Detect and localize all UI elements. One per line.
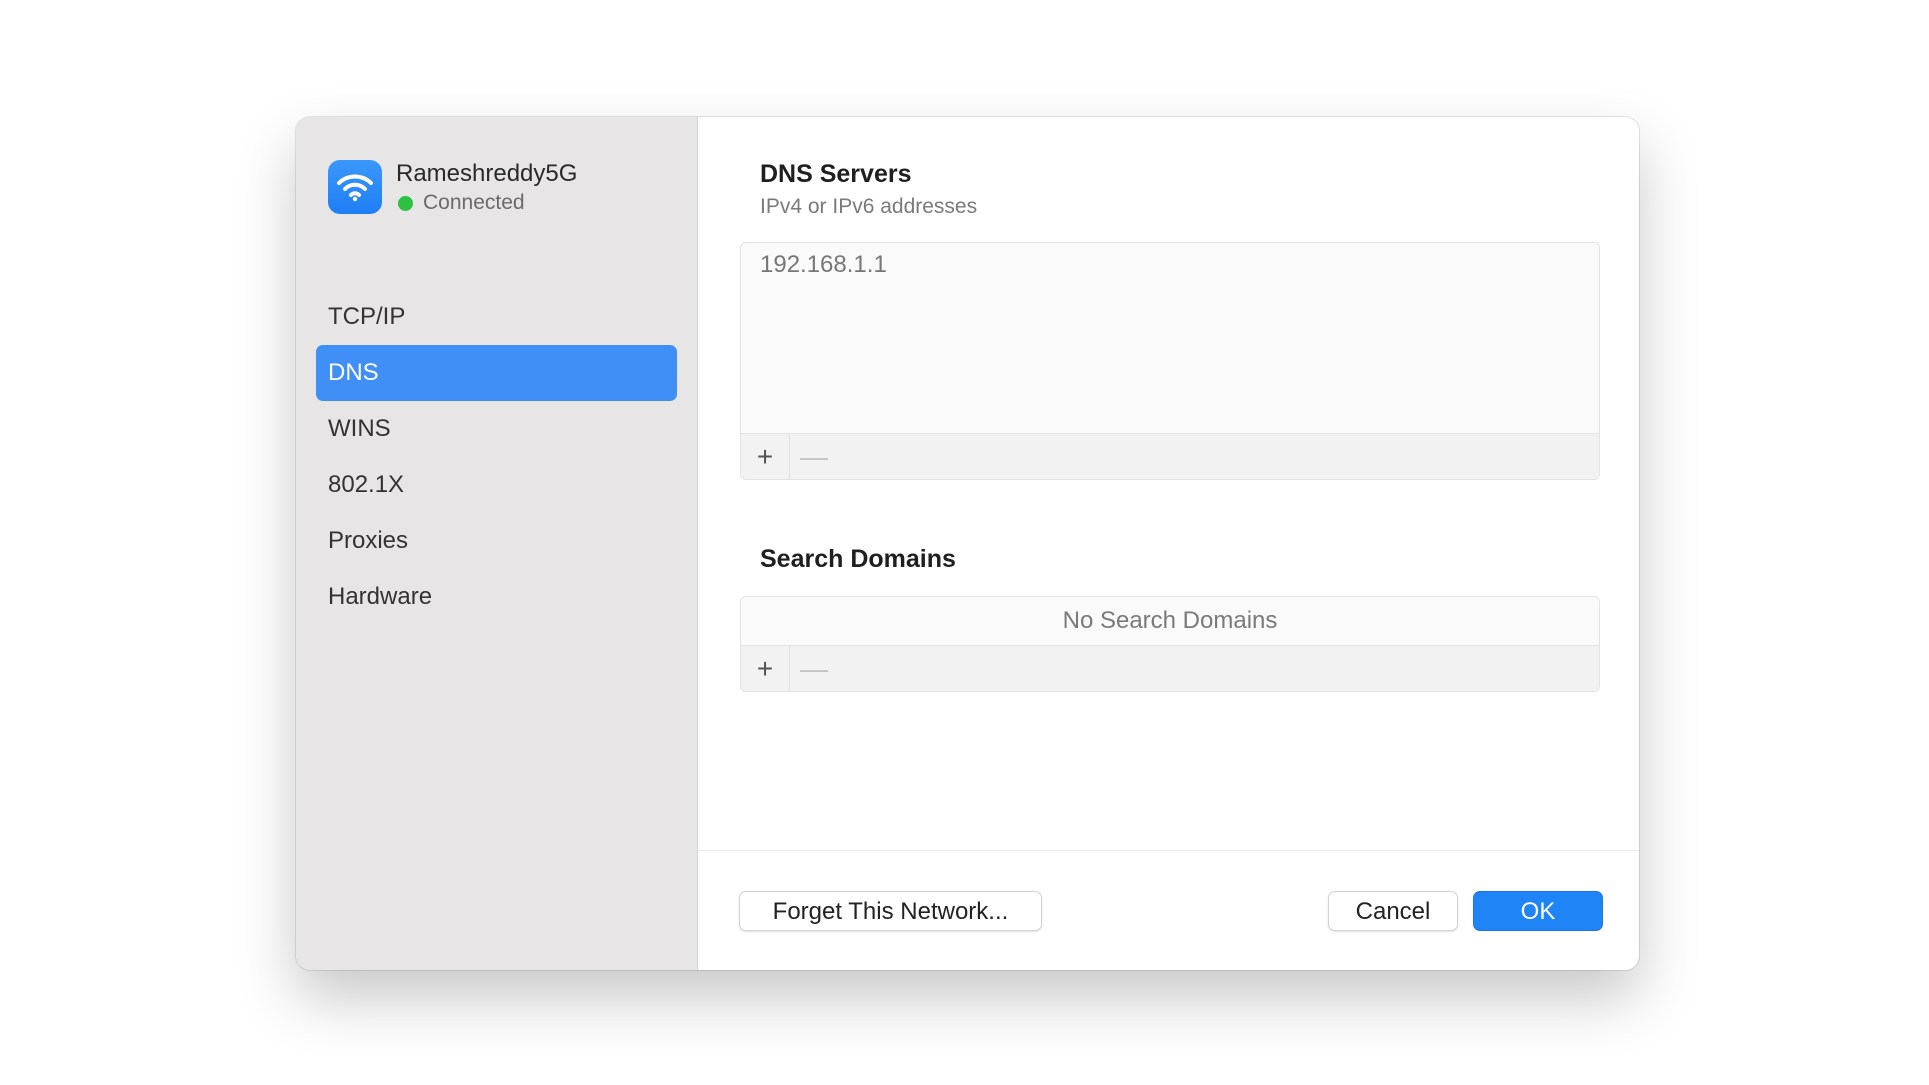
network-status-label: Connected <box>423 191 525 214</box>
main-panel: DNS Servers IPv4 or IPv6 addresses 192.1… <box>698 117 1639 970</box>
sidebar-item-8021x[interactable]: 802.1X <box>316 457 677 513</box>
add-dns-server-button[interactable]: + <box>741 433 790 479</box>
search-domains-empty-text: No Search Domains <box>741 597 1599 645</box>
sidebar-nav: TCP/IP DNS WINS 802.1X Proxies Hardware <box>316 289 677 625</box>
sidebar-item-tcpip[interactable]: TCP/IP <box>316 289 677 345</box>
forget-network-button[interactable]: Forget This Network... <box>739 891 1042 931</box>
dns-servers-toolbar: + — <box>741 433 1599 479</box>
cancel-button[interactable]: Cancel <box>1328 891 1458 931</box>
search-domains-toolbar: + — <box>741 645 1599 691</box>
search-domains-title: Search Domains <box>760 545 956 573</box>
dns-server-entry[interactable]: 192.168.1.1 <box>741 243 1599 433</box>
network-details-dialog: Rameshreddy5G Connected TCP/IP DNS WINS … <box>296 117 1639 970</box>
remove-dns-server-button[interactable]: — <box>790 434 838 480</box>
sidebar: Rameshreddy5G Connected TCP/IP DNS WINS … <box>296 117 698 970</box>
remove-search-domain-button[interactable]: — <box>790 646 838 692</box>
ok-button[interactable]: OK <box>1473 891 1603 931</box>
network-status: Connected <box>396 191 577 215</box>
sidebar-item-wins[interactable]: WINS <box>316 401 677 457</box>
dns-servers-title: DNS Servers <box>760 160 912 188</box>
search-domains-list: No Search Domains + — <box>740 596 1600 692</box>
sidebar-item-proxies[interactable]: Proxies <box>316 513 677 569</box>
network-name: Rameshreddy5G <box>396 160 578 187</box>
wifi-icon <box>328 160 382 214</box>
network-header: Rameshreddy5G Connected <box>328 159 577 215</box>
sidebar-item-hardware[interactable]: Hardware <box>316 569 677 625</box>
dns-servers-list: 192.168.1.1 + — <box>740 242 1600 480</box>
dns-servers-subtitle: IPv4 or IPv6 addresses <box>760 195 978 218</box>
sidebar-item-dns[interactable]: DNS <box>316 345 677 401</box>
add-search-domain-button[interactable]: + <box>741 645 790 691</box>
status-dot-icon <box>398 195 413 211</box>
footer-divider <box>698 850 1639 851</box>
